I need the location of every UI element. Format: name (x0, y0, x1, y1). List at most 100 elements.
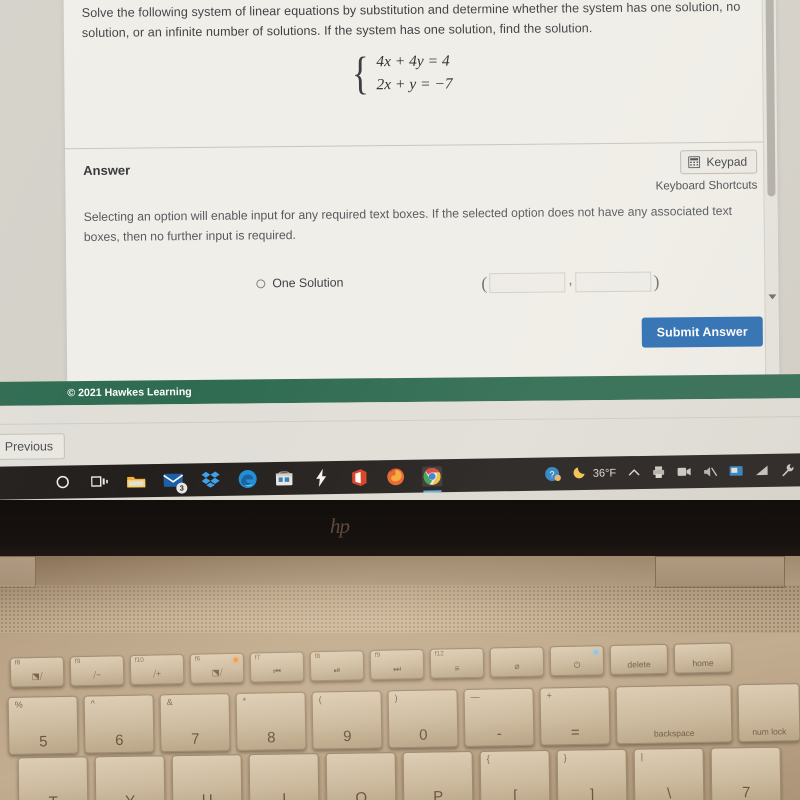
keypad-button[interactable]: Keypad (680, 149, 758, 175)
key-9[interactable]: (9 (311, 690, 383, 750)
chrome-icon[interactable] (421, 465, 443, 487)
search-icon[interactable] (52, 472, 72, 492)
key-label: delete (627, 659, 651, 670)
printer-icon[interactable] (652, 466, 665, 479)
key-shift-label: } (563, 752, 567, 763)
camera-icon[interactable] (677, 466, 691, 477)
key-fn-label: f8 (14, 659, 21, 667)
key-label: backspace (653, 728, 695, 739)
key-p[interactable]: P (402, 750, 474, 800)
section-divider (64, 141, 777, 150)
mic-mute-key[interactable]: f6 ⬔⧸ (189, 652, 245, 684)
key-bracket-right[interactable]: }] (556, 748, 628, 800)
key-shift-label: + (546, 690, 552, 701)
keypad-controls: Keypad Keyboard Shortcuts (655, 149, 758, 193)
key-numpad-7[interactable]: 7 (710, 746, 782, 800)
volume-down-key[interactable]: f9 ⧸− (69, 655, 125, 687)
volume-up-key[interactable]: f10 ⧸+ (129, 653, 185, 686)
key-label: ≡ (454, 663, 460, 674)
key-u[interactable]: U (171, 754, 243, 800)
lightning-icon[interactable] (311, 468, 331, 488)
key-label: 8 (266, 729, 276, 747)
key-label: 7 (191, 730, 200, 748)
moon-icon (573, 463, 588, 483)
key-t[interactable]: T (17, 756, 89, 800)
office-icon[interactable] (348, 467, 368, 487)
keyboard-shortcuts-link[interactable]: Keyboard Shortcuts (655, 179, 757, 193)
help-icon[interactable]: ? (544, 465, 561, 482)
play-pause-key[interactable]: f8 ⏯ (309, 650, 365, 682)
key-label: home (692, 657, 714, 669)
key-backslash[interactable]: | \ (633, 747, 705, 800)
firefox-icon[interactable] (385, 466, 405, 486)
strip-divider (0, 416, 800, 426)
key-shift-label: % (14, 699, 23, 710)
mail-icon[interactable]: 3 (163, 470, 188, 494)
screen-content: Solve the following system of linear equ… (0, 0, 800, 503)
scroll-down-arrow-icon[interactable] (768, 294, 777, 300)
speaker-muted-icon[interactable] (703, 465, 718, 477)
svg-text:?: ? (549, 469, 554, 479)
copyright-text: © 2021 Hawkes Learning (67, 386, 192, 400)
key-label: ] (589, 786, 595, 800)
key-fn-label: f12 (434, 650, 444, 658)
previous-button-label: Previous (4, 439, 54, 454)
weather-widget[interactable]: 36°F (573, 463, 617, 484)
chevron-up-icon[interactable] (628, 468, 640, 477)
answer-heading: Answer (83, 162, 131, 179)
helper-text: Selecting an option will enable input fo… (83, 203, 733, 244)
store-icon[interactable] (274, 468, 294, 488)
key-fn-label: f9 (74, 658, 81, 666)
menu-key[interactable]: f12 ≡ (429, 647, 485, 679)
question-text: Solve the following system of linear equ… (81, 0, 741, 41)
key-8[interactable]: * 8 (235, 691, 307, 751)
key-label: 7 (741, 784, 751, 800)
ordered-pair-inputs: ( , ) (481, 271, 660, 295)
task-view-icon[interactable] (89, 471, 109, 491)
x-value-input[interactable] (489, 272, 566, 294)
settings-wrench-icon[interactable] (781, 463, 794, 477)
key-label: ⏭ (393, 663, 402, 674)
airplane-key[interactable]: ⌀ (489, 646, 545, 678)
scrollbar-thumb[interactable] (765, 0, 776, 197)
dropbox-icon[interactable] (200, 469, 220, 489)
display-icon[interactable] (729, 465, 743, 477)
key-equals[interactable]: + = (539, 686, 611, 746)
key-fn-label: f8 (314, 653, 321, 661)
key-label: ⧸+ (153, 668, 162, 679)
key-y[interactable]: Y (94, 755, 166, 800)
previous-track-key[interactable]: f7 ⏮ (249, 651, 305, 683)
submit-answer-button[interactable]: Submit Answer (641, 316, 763, 348)
key-label: ⬔⧸ (211, 667, 223, 678)
key-label: ⌀ (514, 660, 520, 671)
key-o[interactable]: O (325, 752, 397, 800)
network-icon[interactable] (755, 465, 769, 476)
home-key[interactable]: home (673, 642, 733, 674)
key-i[interactable]: I (248, 753, 320, 800)
key-numlock[interactable]: num lock (737, 683, 800, 743)
power-key[interactable]: ⏻ (549, 645, 605, 677)
y-value-input[interactable] (575, 271, 652, 293)
key-label: - (496, 725, 502, 743)
key-6[interactable]: ^ 6 (83, 694, 155, 754)
key-backspace[interactable]: backspace (615, 684, 733, 745)
key-label: \ (666, 785, 672, 800)
key-fn-label: f10 (134, 656, 144, 664)
equation-2: 2x + y = −7 (376, 74, 453, 93)
key-5[interactable]: % 5 (7, 695, 79, 755)
key-label: T (49, 794, 58, 800)
next-track-key[interactable]: f9 ⏭ (369, 648, 425, 681)
edge-icon[interactable] (237, 469, 257, 489)
previous-button[interactable]: Previous (0, 433, 66, 460)
keypad-icon (688, 156, 701, 169)
file-explorer-icon[interactable] (126, 471, 146, 491)
key-bracket-left[interactable]: {[ (479, 749, 551, 800)
system-of-equations: { 4x + 4y = 4 2x + y = −7 (349, 47, 453, 98)
delete-key[interactable]: delete (609, 643, 669, 675)
key-minus[interactable]: — - (463, 687, 535, 747)
mute-key[interactable]: f8 ⬔⧸ (9, 656, 65, 688)
key-7[interactable]: & 7 (159, 693, 231, 753)
key-0[interactable]: ) 0 (387, 689, 459, 749)
radio-one-solution[interactable] (256, 278, 266, 288)
key-label: I (282, 790, 287, 800)
